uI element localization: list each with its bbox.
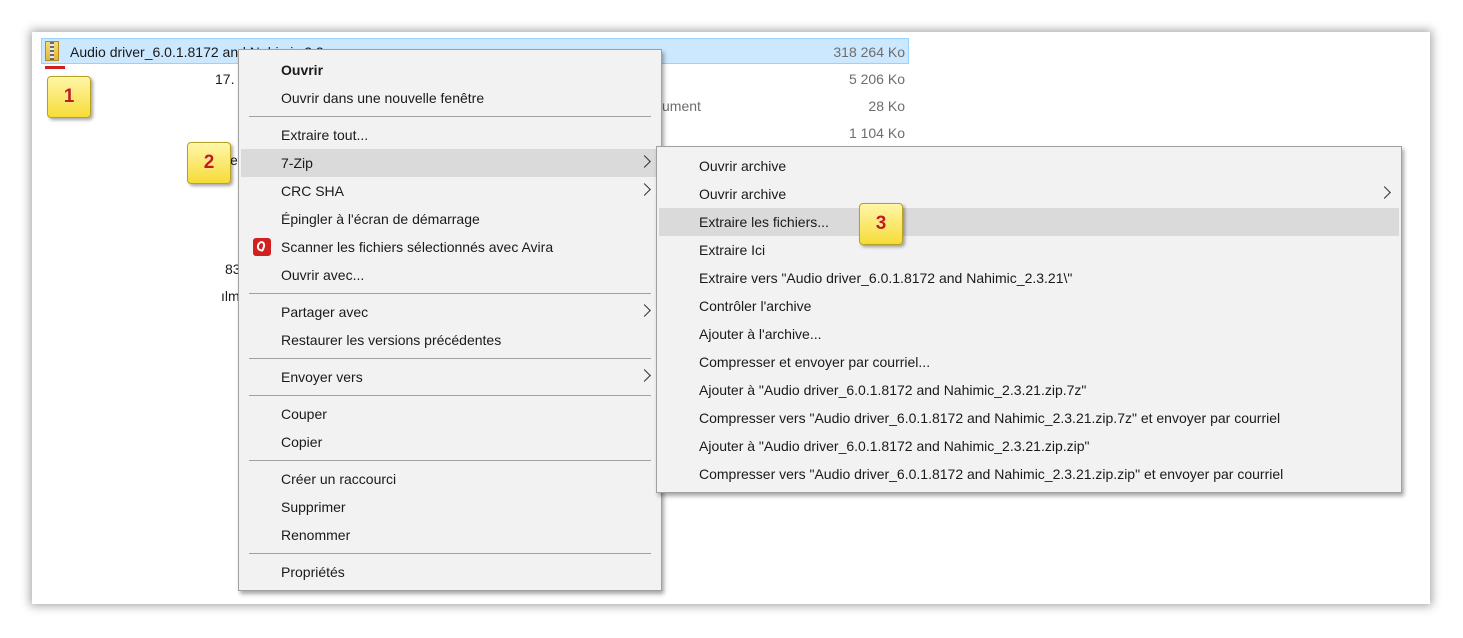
submenu-item-extract-here[interactable]: Extraire Ici: [659, 236, 1399, 264]
chevron-right-icon: [638, 183, 651, 196]
file-size: 318 264 Ko: [833, 44, 905, 60]
menu-separator: [249, 116, 651, 117]
context-menu: Ouvrir Ouvrir dans une nouvelle fenêtre …: [238, 49, 662, 591]
menu-item-open-with[interactable]: Ouvrir avec...: [241, 261, 659, 289]
menu-item-rename[interactable]: Renommer: [241, 521, 659, 549]
submenu-item-compress-zip-email[interactable]: Compresser vers "Audio driver_6.0.1.8172…: [659, 460, 1399, 488]
menu-item-avira-scan[interactable]: Scanner les fichiers sélectionnés avec A…: [241, 233, 659, 261]
file-size: 28 Ko: [868, 98, 905, 114]
chevron-right-icon: [638, 155, 651, 168]
menu-separator: [249, 553, 651, 554]
menu-separator: [249, 293, 651, 294]
file-size: 1 104 Ko: [848, 125, 905, 141]
menu-item-extract-all[interactable]: Extraire tout...: [241, 121, 659, 149]
menu-item-restore-versions[interactable]: Restaurer les versions précédentes: [241, 326, 659, 354]
chevron-right-icon: [1378, 186, 1391, 199]
menu-separator: [249, 395, 651, 396]
menu-item-7zip[interactable]: 7-Zip: [241, 149, 659, 177]
submenu-item-add-to-7z[interactable]: Ajouter à "Audio driver_6.0.1.8172 and N…: [659, 376, 1399, 404]
submenu-item-extract-to[interactable]: Extraire vers "Audio driver_6.0.1.8172 a…: [659, 264, 1399, 292]
red-marker: [45, 66, 65, 69]
menu-item-copy[interactable]: Copier: [241, 428, 659, 456]
row-fragment: ılm: [221, 288, 240, 304]
step-badge-3: 3: [859, 203, 903, 245]
file-type-fragment: ument: [662, 98, 701, 114]
menu-item-create-shortcut[interactable]: Créer un raccourci: [241, 465, 659, 493]
menu-item-crc-sha[interactable]: CRC SHA: [241, 177, 659, 205]
chevron-right-icon: [638, 304, 651, 317]
avira-icon: [253, 238, 271, 256]
submenu-item-open-archive[interactable]: Ouvrir archive: [659, 152, 1399, 180]
chevron-right-icon: [638, 369, 651, 382]
menu-item-send-to[interactable]: Envoyer vers: [241, 363, 659, 391]
menu-item-open-new-window[interactable]: Ouvrir dans une nouvelle fenêtre: [241, 84, 659, 112]
zip-archive-icon: [45, 41, 59, 61]
menu-separator: [249, 358, 651, 359]
menu-item-share-with[interactable]: Partager avec: [241, 298, 659, 326]
menu-item-open[interactable]: Ouvrir: [241, 56, 659, 84]
submenu-7zip: Ouvrir archive Ouvrir archive Extraire l…: [656, 146, 1402, 493]
submenu-item-add-to-zip[interactable]: Ajouter à "Audio driver_6.0.1.8172 and N…: [659, 432, 1399, 460]
step-badge-1: 1: [47, 76, 91, 118]
file-size: 5 206 Ko: [848, 71, 905, 87]
submenu-item-compress-7z-email[interactable]: Compresser vers "Audio driver_6.0.1.8172…: [659, 404, 1399, 432]
submenu-item-test-archive[interactable]: Contrôler l'archive: [659, 292, 1399, 320]
row-fragment: 17.: [215, 71, 235, 87]
menu-item-cut[interactable]: Couper: [241, 400, 659, 428]
submenu-item-extract-files[interactable]: Extraire les fichiers...: [659, 208, 1399, 236]
menu-item-properties[interactable]: Propriétés: [241, 558, 659, 586]
step-badge-2: 2: [187, 142, 231, 184]
menu-item-pin-start[interactable]: Épingler à l'écran de démarrage: [241, 205, 659, 233]
menu-separator: [249, 460, 651, 461]
menu-item-delete[interactable]: Supprimer: [241, 493, 659, 521]
submenu-item-open-archive-more[interactable]: Ouvrir archive: [659, 180, 1399, 208]
submenu-item-add-to-archive[interactable]: Ajouter à l'archive...: [659, 320, 1399, 348]
submenu-item-compress-email[interactable]: Compresser et envoyer par courriel...: [659, 348, 1399, 376]
